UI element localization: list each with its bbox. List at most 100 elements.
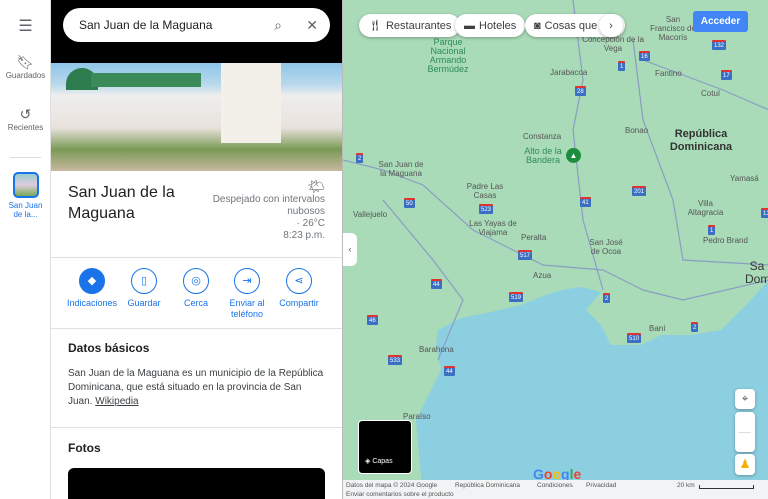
map-label-san-juan[interactable]: San Juan de la Maguana bbox=[376, 160, 426, 178]
map-label-villa-altagracia[interactable]: Villa Altagracia bbox=[683, 199, 728, 217]
highway-shield: 517 bbox=[518, 250, 533, 260]
recent-place-label: San Juan de la... bbox=[8, 201, 43, 219]
nearby-icon: ◎ bbox=[183, 268, 209, 294]
send-to-phone-button[interactable]: ⇥ Enviar al teléfono bbox=[217, 268, 277, 320]
search-input[interactable]: San Juan de la Maguana bbox=[79, 18, 212, 32]
close-icon[interactable]: ✕ bbox=[306, 17, 318, 34]
terms-link[interactable]: Condiciones bbox=[537, 482, 573, 489]
map-label-republica-dominicana[interactable]: República Dominicana bbox=[661, 128, 741, 154]
map-label-santo-domingo[interactable]: Sa Dom bbox=[745, 260, 768, 286]
recent-label: Recientes bbox=[7, 123, 44, 132]
directions-button[interactable]: ◆ Indicaciones bbox=[62, 268, 122, 309]
highway-shield: 28 bbox=[575, 86, 586, 96]
chip-hotels-label: Hoteles bbox=[479, 19, 517, 32]
chips-next-button[interactable]: › bbox=[599, 14, 623, 37]
search-icon[interactable]: ⌕ bbox=[274, 17, 282, 34]
map-label-peralta[interactable]: Peralta bbox=[521, 233, 546, 242]
menu-icon[interactable]: ☰ bbox=[0, 16, 51, 36]
map-label-vallejuelo[interactable]: Vallejuelo bbox=[353, 210, 387, 219]
partly-cloudy-icon: 🌤︎ bbox=[307, 178, 325, 194]
directions-icon: ◆ bbox=[79, 268, 105, 294]
highway-shield: 13 bbox=[761, 208, 768, 218]
sign-in-button[interactable]: Acceder bbox=[693, 11, 748, 32]
highway-shield: 2 bbox=[603, 293, 611, 303]
map-label-cotui[interactable]: Cotuí bbox=[701, 89, 720, 98]
map-label-fantino[interactable]: Fantino bbox=[655, 69, 682, 78]
share-button[interactable]: ⋖ Compartir bbox=[269, 268, 329, 309]
action-bar: ◆ Indicaciones ▯ Guardar ◎ Cerca ⇥ Enviar al… bbox=[51, 257, 342, 329]
map-footer: Datos del mapa © 2024 Google República D… bbox=[343, 480, 768, 499]
highway-shield: 2 bbox=[691, 322, 699, 332]
history-icon: ↺ bbox=[19, 106, 32, 122]
divider bbox=[10, 157, 41, 158]
map-label-yamasa[interactable]: Yamasá bbox=[730, 174, 759, 183]
recent-button[interactable]: ↺ Recientes bbox=[0, 106, 51, 132]
wikipedia-link[interactable]: Wikipedia bbox=[95, 396, 138, 407]
map-label-padre-las-casas[interactable]: Padre Las Casas bbox=[465, 182, 505, 200]
layers-button[interactable]: ◈ Capas bbox=[358, 420, 412, 474]
highway-shield: 1 bbox=[708, 225, 716, 235]
saved-label: Guardados bbox=[5, 71, 46, 80]
map-label-san-jose-ocoa[interactable]: San José de Ocoa bbox=[586, 238, 626, 256]
chevron-right-icon: › bbox=[609, 19, 613, 32]
collapse-panel-button[interactable]: ‹ bbox=[343, 233, 357, 266]
divider bbox=[51, 427, 342, 428]
chip-things-label: Cosas que h bbox=[544, 19, 607, 32]
map-label-barahona[interactable]: Barahona bbox=[419, 345, 454, 354]
chip-hotels[interactable]: ▬ Hoteles bbox=[455, 14, 526, 37]
map-label-bani[interactable]: Baní bbox=[649, 324, 665, 333]
map-label-bonao[interactable]: Bonao bbox=[625, 126, 648, 135]
map-label-constanza[interactable]: Constanza bbox=[523, 132, 561, 141]
map-data-credit: Datos del mapa © 2024 Google bbox=[346, 482, 438, 489]
highway-shield: 44 bbox=[444, 366, 455, 376]
chip-restaurants-label: Restaurantes bbox=[385, 19, 452, 32]
saved-button[interactable]: 🔖︎ Guardados bbox=[0, 54, 51, 80]
highway-shield: 523 bbox=[479, 204, 494, 214]
pegman-icon[interactable]: ♟ bbox=[735, 454, 755, 475]
map-label-jarabacoa[interactable]: Jarabacoa bbox=[550, 68, 587, 77]
map-label-concepcion[interactable]: Concepción de la Vega bbox=[578, 35, 648, 53]
map-label-parque[interactable]: Parque Nacional Armando Bermúdez bbox=[418, 38, 478, 74]
highway-shield: 132 bbox=[712, 40, 727, 50]
place-photo[interactable] bbox=[51, 63, 342, 171]
my-location-button[interactable]: ⌖ bbox=[735, 389, 755, 409]
country-link[interactable]: República Dominicana bbox=[455, 482, 520, 489]
map-label-alto-bandera[interactable]: Alto de la Bandera bbox=[518, 147, 568, 165]
highway-shield: 510 bbox=[627, 333, 642, 343]
privacy-link[interactable]: Privacidad bbox=[586, 482, 616, 489]
scale-bar bbox=[699, 485, 754, 489]
map-label-pedro-brand[interactable]: Pedro Brand bbox=[703, 236, 748, 245]
zoom-control[interactable] bbox=[735, 412, 755, 452]
send-label: Enviar al teléfono bbox=[229, 298, 265, 319]
feedback-link[interactable]: Enviar comentarios sobre el producto bbox=[346, 491, 454, 498]
share-label: Compartir bbox=[279, 298, 319, 308]
scale-label[interactable]: 20 km bbox=[677, 482, 695, 489]
map-label-azua[interactable]: Azua bbox=[533, 271, 551, 280]
chip-restaurants[interactable]: 🍴︎ Restaurantes bbox=[359, 14, 461, 37]
highway-shield: 17 bbox=[721, 70, 732, 80]
directions-label: Indicaciones bbox=[66, 298, 118, 308]
highway-shield: 1 bbox=[618, 61, 626, 71]
restaurant-icon: 🍴︎ bbox=[368, 20, 382, 32]
recent-place-button[interactable]: San Juan de la... bbox=[0, 172, 51, 219]
highway-shield: 519 bbox=[509, 292, 524, 302]
highway-shield: 533 bbox=[388, 355, 403, 365]
weather-text: Despejado con intervalos nubosos bbox=[212, 194, 325, 217]
save-label: Guardar bbox=[127, 298, 161, 308]
nearby-label: Cerca bbox=[183, 298, 208, 308]
photos-heading: Fotos bbox=[68, 441, 101, 455]
search-box[interactable]: San Juan de la Maguana ⌕ ✕ bbox=[63, 8, 330, 42]
bookmark-icon: 🔖︎ bbox=[16, 54, 35, 70]
bed-icon: ▬ bbox=[464, 19, 475, 32]
map-label-las-yayas[interactable]: Las Yayas de Viajama bbox=[468, 219, 518, 237]
photo-thumbnail[interactable] bbox=[68, 468, 325, 499]
highway-shield: 41 bbox=[580, 197, 591, 207]
place-thumbnail bbox=[12, 172, 39, 198]
map-label-san-francisco[interactable]: San Francisco de Macorís bbox=[648, 15, 698, 42]
mountain-icon[interactable]: ▲ bbox=[566, 148, 581, 163]
bookmark-icon: ▯ bbox=[131, 268, 157, 294]
temperature: · 26°C bbox=[296, 218, 325, 229]
save-button[interactable]: ▯ Guardar bbox=[114, 268, 174, 309]
map[interactable]: Parque Nacional Armando Bermúdez Concepc… bbox=[342, 0, 768, 499]
weather-info: 🌤︎ Despejado con intervalos nubosos · 26… bbox=[205, 178, 325, 242]
